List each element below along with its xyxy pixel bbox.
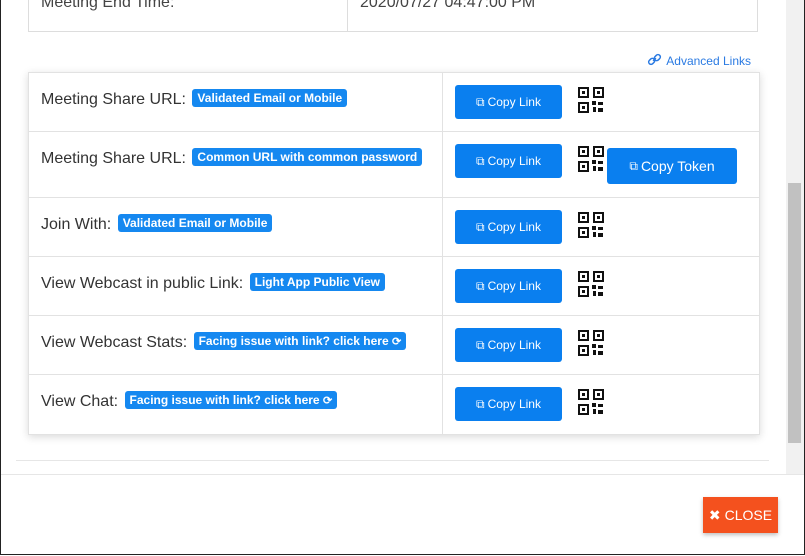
meeting-end-time-row: Meeting End Time: 2020/07/27 04:47:00 PM — [28, 0, 758, 32]
copy-link-button[interactable]: ⧉ Copy Link — [455, 210, 562, 244]
divider — [347, 0, 348, 31]
copy-icon: ⧉ — [476, 337, 485, 352]
divider — [442, 375, 443, 434]
copy-token-button[interactable]: ⧉ Copy Token — [607, 148, 737, 184]
qr-code-icon[interactable] — [578, 146, 604, 172]
copy-icon: ⧉ — [476, 153, 485, 168]
scrollbar-thumb[interactable] — [788, 183, 801, 443]
table-row: Meeting Share URL: Validated Email or Mo… — [29, 73, 759, 132]
row-label: Join With: Validated Email or Mobile — [41, 214, 273, 234]
copy-link-button[interactable]: ⧉ Copy Link — [455, 85, 562, 119]
table-row: View Webcast Stats: Facing issue with li… — [29, 316, 759, 375]
table-row: Meeting Share URL: Common URL with commo… — [29, 132, 759, 198]
qr-code-icon[interactable] — [578, 87, 604, 113]
refresh-icon: ⟳ — [392, 336, 402, 348]
divider — [442, 198, 443, 256]
modal-footer — [1, 474, 804, 475]
advanced-links-label: Advanced Links — [666, 54, 751, 68]
meeting-end-time-value: 2020/07/27 04:47:00 PM — [360, 0, 536, 11]
scrollbar[interactable] — [786, 0, 804, 474]
refresh-icon: ⟳ — [322, 395, 333, 407]
table-row: Join With: Validated Email or Mobile ⧉ C… — [29, 198, 759, 257]
close-button[interactable]: ✖ CLOSE — [703, 497, 778, 533]
copy-link-button[interactable]: ⧉ Copy Link — [455, 328, 562, 362]
refresh-link-badge[interactable]: Facing issue with link? click here ⟳ — [124, 391, 338, 409]
row-badge: Validated Email or Mobile — [192, 89, 348, 107]
divider — [442, 257, 443, 315]
row-label: View Webcast in public Link: Light App P… — [41, 273, 385, 293]
table-row: View Chat: Facing issue with link? click… — [29, 375, 759, 434]
copy-link-button[interactable]: ⧉ Copy Link — [455, 269, 562, 303]
links-table: Meeting Share URL: Validated Email or Mo… — [28, 72, 760, 435]
row-label: Meeting Share URL: Common URL with commo… — [41, 148, 423, 168]
section-divider — [16, 460, 769, 461]
qr-code-icon[interactable] — [578, 330, 604, 356]
row-label: View Webcast Stats: Facing issue with li… — [41, 332, 407, 352]
modal-frame: Meeting End Time: 2020/07/27 04:47:00 PM… — [0, 0, 805, 555]
qr-code-icon[interactable] — [578, 271, 604, 297]
copy-link-button[interactable]: ⧉ Copy Link — [455, 144, 562, 178]
copy-icon: ⧉ — [476, 278, 485, 293]
copy-link-button[interactable]: ⧉ Copy Link — [455, 387, 562, 421]
meeting-end-time-label: Meeting End Time: — [41, 0, 175, 11]
divider — [442, 73, 443, 131]
copy-icon: ⧉ — [476, 219, 485, 234]
refresh-link-badge[interactable]: Facing issue with link? click here ⟳ — [193, 332, 407, 350]
table-row: View Webcast in public Link: Light App P… — [29, 257, 759, 316]
divider — [442, 316, 443, 374]
advanced-links[interactable]: Advanced Links — [647, 52, 751, 70]
copy-icon: ⧉ — [476, 396, 485, 411]
row-badge: Common URL with common password — [192, 148, 423, 166]
link-icon — [647, 52, 662, 70]
row-badge: Light App Public View — [249, 273, 385, 291]
copy-icon: ⧉ — [476, 94, 485, 109]
qr-code-icon[interactable] — [578, 389, 604, 415]
row-label: View Chat: Facing issue with link? click… — [41, 391, 338, 411]
copy-icon: ⧉ — [629, 158, 638, 173]
row-label: Meeting Share URL: Validated Email or Mo… — [41, 89, 348, 109]
close-icon: ✖ — [708, 506, 721, 523]
row-badge: Validated Email or Mobile — [117, 214, 273, 232]
qr-code-icon[interactable] — [578, 212, 604, 238]
divider — [442, 132, 443, 197]
